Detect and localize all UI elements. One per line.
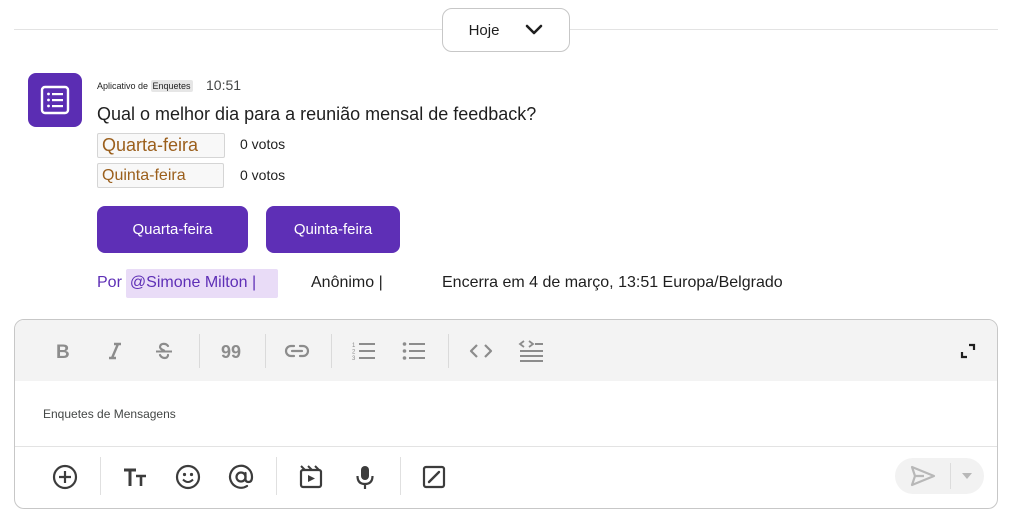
toolbar-separator — [100, 457, 101, 495]
link-icon[interactable] — [281, 335, 313, 367]
send-icon[interactable] — [907, 462, 939, 490]
edit-box-icon[interactable] — [418, 461, 450, 493]
strikethrough-icon[interactable] — [148, 335, 180, 367]
poll-option-votes-quarta: 0 votos — [240, 136, 286, 152]
date-label: Hoje — [468, 21, 500, 39]
sender-name[interactable]: Aplicativo de Enquetes — [97, 76, 193, 96]
poll-question: Qual o melhor dia para a reunião mensal … — [97, 104, 537, 124]
composer-input[interactable]: Enquetes de Mensagens — [43, 407, 176, 421]
toolbar-separator — [265, 334, 266, 368]
sender-highlight: Enquetes — [150, 80, 193, 92]
caret-down-icon[interactable] — [955, 462, 979, 490]
date-divider-button[interactable]: Hoje — [442, 8, 570, 52]
vote-button-quarta[interactable]: Quarta-feira — [97, 206, 248, 253]
anonymous-label: Anônimo | — [311, 274, 383, 291]
text-format-icon[interactable] — [119, 461, 151, 493]
chevron-down-icon — [525, 24, 543, 36]
svg-text:2: 2 — [352, 350, 356, 356]
toolbar-separator — [400, 457, 401, 495]
numbered-list-icon[interactable]: 123 — [348, 335, 380, 367]
add-icon[interactable] — [49, 461, 81, 493]
toolbar-separator — [448, 334, 449, 368]
poll-option-quarta: Quarta-feira — [97, 133, 225, 158]
svg-text:B: B — [56, 342, 70, 360]
toolbar-separator — [331, 334, 332, 368]
code-block-icon[interactable] — [515, 335, 547, 367]
author-mention[interactable]: @Simone Milton | — [125, 268, 279, 298]
formatting-toolbar: B 99 123 — [15, 320, 997, 381]
toolbar-separator — [276, 457, 277, 495]
send-group — [895, 458, 984, 494]
mention-icon[interactable] — [225, 461, 257, 493]
video-clip-icon[interactable] — [295, 461, 327, 493]
toolbar-separator — [199, 334, 200, 368]
poll-author-line: Por @Simone Milton | — [97, 268, 279, 298]
code-icon[interactable] — [465, 335, 497, 367]
poll-option-votes-quinta: 0 votos — [240, 167, 286, 183]
send-separator — [950, 463, 951, 489]
svg-text:3: 3 — [352, 356, 356, 361]
microphone-icon[interactable] — [349, 461, 381, 493]
by-label: Por — [97, 274, 122, 291]
bold-icon[interactable]: B — [47, 335, 79, 367]
poll-app-icon[interactable] — [28, 73, 82, 127]
svg-text:1: 1 — [352, 343, 356, 349]
poll-close-time: Encerra em 4 de março, 13:51 Europa/Belg… — [442, 274, 783, 291]
message-timestamp: 10:51 — [206, 77, 242, 93]
message-composer: B 99 123 Enquetes de Mensagens — [14, 319, 998, 509]
svg-text:99: 99 — [221, 343, 241, 359]
expand-icon[interactable] — [952, 335, 984, 367]
emoji-icon[interactable] — [172, 461, 204, 493]
quote-icon[interactable]: 99 — [216, 335, 248, 367]
italic-icon[interactable] — [99, 335, 131, 367]
poll-option-quinta: Quinta-feira — [97, 163, 224, 188]
bulleted-list-icon[interactable] — [398, 335, 430, 367]
composer-actions — [15, 447, 997, 508]
vote-button-quinta[interactable]: Quinta-feira — [266, 206, 400, 253]
